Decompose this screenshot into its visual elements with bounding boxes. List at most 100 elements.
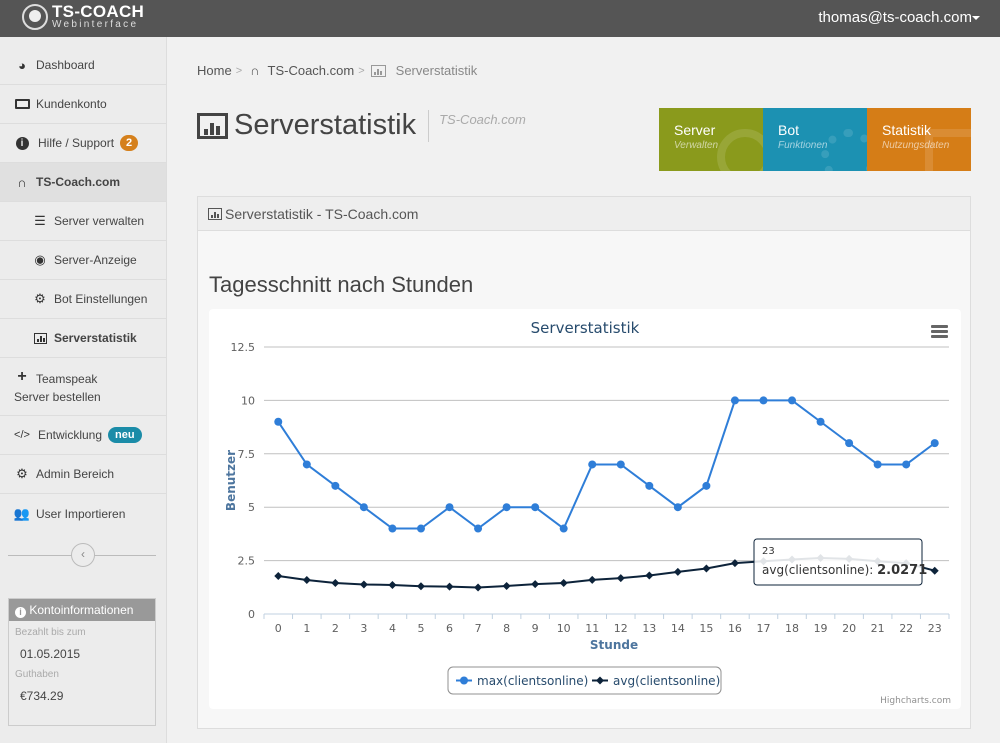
logo[interactable]: TS-COACH Webinterface	[22, 3, 144, 30]
chart-decoration-icon	[925, 129, 971, 171]
sidebar-item-server-verwalten[interactable]: ☰ Server verwalten	[0, 202, 166, 241]
new-badge: neu	[108, 427, 142, 443]
data-point-max	[416, 524, 425, 533]
sidebar-item-label: Hilfe / Support	[38, 136, 115, 150]
users-icon: 👥	[13, 505, 31, 521]
sidebar-item-kundenkonto[interactable]: Kundenkonto	[0, 85, 166, 124]
sidebar-item-label: Teamspeak Server bestellen	[14, 372, 101, 404]
caret-down-icon[interactable]	[972, 16, 980, 20]
sidebar-item-label: Serverstatistik	[54, 331, 137, 345]
main-content: Home > ∩ TS-Coach.com > Serverstatistik …	[167, 37, 1000, 743]
gears-icon: ⚙	[34, 291, 46, 306]
x-tick-label: 13	[642, 622, 656, 635]
sidebar-item-label: Server-Anzeige	[54, 253, 137, 267]
data-point-max	[502, 503, 511, 512]
breadcrumb-home[interactable]: Home	[197, 63, 232, 78]
data-point-max	[845, 439, 854, 448]
data-point-max	[474, 524, 483, 533]
series-line-max	[277, 399, 936, 531]
sidebar-item-serverstatistik[interactable]: Serverstatistik	[0, 319, 166, 358]
x-tick-label: 12	[614, 622, 628, 635]
top-navbar: TS-COACH Webinterface thomas@ts-coach.co…	[0, 0, 1000, 37]
sidebar-item-label: User Importieren	[36, 506, 126, 521]
tooltip-text: avg(clientsonline): 2.0271	[762, 563, 927, 578]
sidebar-item-ts-coach[interactable]: ∩ TS-Coach.com	[0, 163, 166, 202]
title-divider	[428, 109, 430, 142]
x-axis-label: Stunde	[590, 638, 638, 652]
data-point-avg	[474, 583, 483, 592]
x-tick-label: 3	[360, 622, 367, 635]
tooltip-value: 2.0271	[877, 563, 927, 578]
x-tick-label: 11	[585, 622, 599, 635]
sidebar-item-label: Kundenkonto	[36, 97, 107, 111]
x-tick-label: 2	[332, 622, 339, 635]
data-point-avg	[331, 579, 340, 588]
hamburger-menu-icon[interactable]	[931, 325, 948, 328]
data-point-max	[331, 481, 340, 490]
breadcrumb-section[interactable]: TS-Coach.com	[268, 63, 355, 78]
x-tick-label: 4	[389, 622, 396, 635]
data-point-max	[673, 503, 682, 512]
line-chart: Serverstatistik02.557.51012.50 1 2 3 4 5 6 7 8 9 1…	[224, 319, 951, 706]
sidebar-collapse-button[interactable]: ‹	[71, 543, 95, 567]
sidebar-item-bot-einstellungen[interactable]: ⚙ Bot Einstellungen	[0, 280, 166, 319]
bar-chart-icon	[208, 207, 222, 220]
panel-header: Serverstatistik - TS-Coach.com	[198, 197, 970, 231]
data-point-avg	[588, 575, 597, 584]
data-point-avg	[502, 582, 511, 591]
y-tick-label: 12.5	[231, 341, 256, 354]
data-point-max	[388, 524, 397, 533]
x-tick-label: 21	[871, 622, 885, 635]
account-info-title: Kontoinformationen	[29, 603, 134, 617]
data-point-avg	[388, 580, 397, 589]
chart-credits: Highcharts.com	[880, 696, 951, 706]
account-info-box: i Kontoinformationen Bezahlt bis zum 01.…	[8, 598, 156, 726]
data-point-avg	[531, 580, 540, 589]
data-point-avg	[302, 576, 311, 585]
statistics-panel: Serverstatistik - TS-Coach.com Tagesschn…	[197, 196, 971, 729]
sidebar-item-support[interactable]: i Hilfe / Support 2	[0, 124, 166, 163]
sidebar-item-dashboard[interactable]: ◕ Dashboard	[0, 46, 166, 85]
panel-heading: Serverstatistik - TS-Coach.com	[225, 205, 419, 222]
data-point-avg	[616, 574, 625, 583]
data-point-max	[816, 417, 825, 426]
sidebar-item-server-bestellen[interactable]: + Teamspeak Server bestellen	[0, 358, 166, 416]
x-tick-label: 8	[503, 622, 510, 635]
bar-chart-icon	[32, 331, 48, 345]
user-menu[interactable]: thomas@ts-coach.com	[818, 9, 972, 26]
sidebar-item-server-anzeige[interactable]: ◉ Server-Anzeige	[0, 241, 166, 280]
sidebar-collapse-row: ‹	[0, 533, 166, 575]
balance-label: Guthaben	[15, 669, 59, 680]
section-title: Tagesschnitt nach Stunden	[209, 272, 474, 297]
chart-title: Serverstatistik	[531, 319, 640, 337]
sidebar-item-admin[interactable]: ⚙ Admin Bereich	[0, 455, 166, 494]
tooltip-box	[753, 538, 923, 586]
hamburger-menu-icon[interactable]	[931, 335, 948, 338]
tile-server[interactable]: Server Verwalten	[659, 108, 763, 171]
x-tick-label: 6	[446, 622, 453, 635]
y-tick-label: 2.5	[238, 555, 256, 568]
headphones-icon: ∩	[250, 63, 260, 78]
sidebar-item-label: Server verwalten	[54, 214, 145, 228]
paid-until-value: 01.05.2015	[20, 647, 81, 661]
tile-bot[interactable]: Bot Funktionen	[763, 108, 867, 171]
y-tick-label: 5	[248, 501, 255, 514]
sidebar-item-entwicklung[interactable]: </> Entwicklung neu	[0, 416, 166, 455]
paid-until-label: Bezahlt bis zum	[15, 627, 86, 638]
legend-item-1[interactable]: avg(clientsonline)	[613, 674, 720, 688]
data-point-max	[274, 417, 283, 426]
dashboard-icon: ◕	[18, 57, 26, 73]
account-info-header: i Kontoinformationen	[9, 599, 155, 621]
data-point-max	[730, 396, 739, 405]
x-tick-label: 7	[475, 622, 482, 635]
gears-icon: ⚙	[16, 466, 28, 481]
data-point-avg	[274, 571, 283, 580]
x-tick-label: 18	[785, 622, 799, 635]
logo-subtitle: Webinterface	[52, 19, 139, 30]
legend-item-0[interactable]: max(clientsonline)	[477, 674, 588, 688]
hamburger-menu-icon[interactable]	[931, 330, 948, 333]
tile-statistik[interactable]: Statistik Nutzungsdaten	[867, 108, 971, 171]
sidebar-item-user-importieren[interactable]: 👥 User Importieren	[0, 494, 166, 533]
data-point-avg	[359, 580, 368, 589]
x-tick-label: 5	[417, 622, 424, 635]
